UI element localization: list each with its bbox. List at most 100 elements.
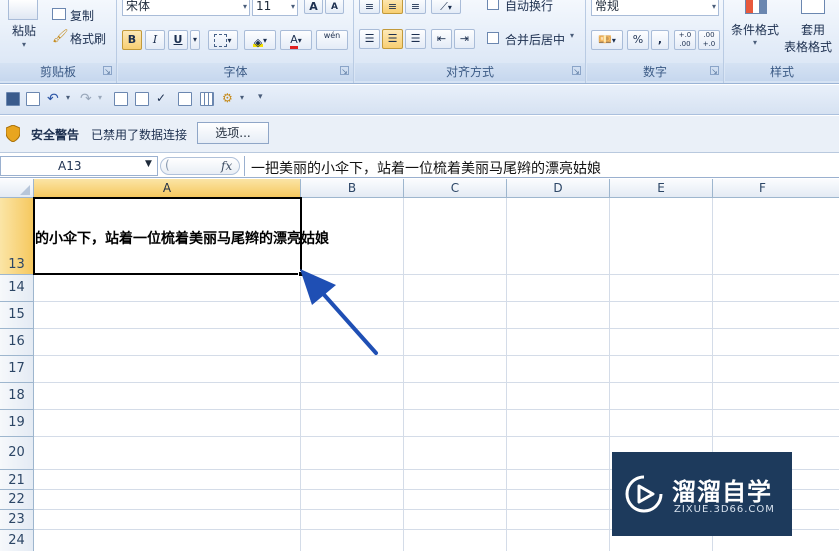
italic-button[interactable]: I	[145, 30, 165, 50]
format-painter-button[interactable]: 格式刷	[70, 30, 106, 47]
copy-button[interactable]: 复制	[70, 7, 94, 24]
font-launcher-icon[interactable]: ↘	[340, 66, 349, 76]
column-header-d[interactable]: D	[507, 179, 610, 198]
conditional-dropdown-icon[interactable]: ▾	[753, 38, 757, 47]
increase-decimal-button[interactable]: +.0 .00	[674, 30, 696, 50]
row-header-20[interactable]: 20	[0, 437, 34, 470]
formula-input[interactable]: 一把美丽的小伞下，站着一位梳着美丽马尾辫的漂亮姑娘	[244, 156, 839, 177]
paste-button[interactable]: 粘贴	[12, 22, 36, 39]
increase-indent-button[interactable]: ⇥	[454, 29, 475, 49]
wrap-text-icon[interactable]	[487, 0, 499, 10]
number-format-combo[interactable]: 常规 ▾	[591, 0, 719, 16]
conditional-format-button[interactable]: 条件格式	[731, 21, 779, 38]
underline-dropdown-icon[interactable]: ▾	[190, 30, 200, 50]
border-button[interactable]: ▾	[208, 30, 238, 50]
name-box-value: A13	[58, 159, 82, 173]
row-header-19[interactable]: 19	[0, 410, 34, 437]
align-center-button[interactable]: ☰	[382, 29, 403, 49]
new-document-icon[interactable]	[26, 92, 40, 106]
formula-content: 一把美丽的小伞下，站着一位梳着美丽马尾辫的漂亮姑娘	[251, 161, 601, 177]
conditional-format-icon[interactable]	[745, 0, 767, 14]
name-box[interactable]: A13 ▼	[0, 156, 158, 176]
font-size-combo[interactable]: 11 ▾	[252, 0, 298, 16]
fill-color-button[interactable]: ◈▾	[244, 30, 276, 50]
print-preview-icon[interactable]	[135, 92, 149, 106]
row-header-16[interactable]: 16	[0, 329, 34, 356]
percent-button[interactable]: %	[627, 30, 649, 50]
merge-center-icon[interactable]	[487, 32, 499, 44]
spelling-icon[interactable]: ✓	[156, 91, 166, 105]
font-name-combo[interactable]: 宋体 ▾	[122, 0, 250, 16]
name-box-dropdown-icon[interactable]: ▼	[145, 159, 152, 169]
underline-button[interactable]: U	[168, 30, 188, 50]
table-format-button[interactable]: 套用	[801, 21, 825, 38]
align-left-button[interactable]: ☰	[359, 29, 380, 49]
undo-icon[interactable]: ↶	[47, 91, 59, 107]
paste-dropdown-icon[interactable]: ▾	[22, 40, 26, 49]
custom-tool-icon[interactable]: ⚙	[222, 91, 233, 105]
insert-function-button[interactable]: fx	[221, 159, 232, 173]
font-color-button[interactable]: A▾	[280, 30, 312, 50]
font-color-letter: A	[290, 34, 298, 49]
alignment-launcher-icon[interactable]: ↘	[572, 66, 581, 76]
undo-dropdown-icon[interactable]: ▾	[66, 93, 70, 102]
align-middle-button[interactable]: ≡	[382, 0, 403, 14]
format-painter-icon[interactable]: 🖌	[52, 29, 69, 44]
merge-dropdown-icon[interactable]: ▾	[570, 31, 574, 40]
number-launcher-icon[interactable]: ↘	[710, 66, 719, 76]
customize-qat-icon[interactable]: ▾	[258, 92, 263, 102]
row-header-24[interactable]: 24	[0, 530, 34, 551]
borders-icon[interactable]	[200, 92, 214, 106]
currency-button[interactable]: 💴▾	[591, 30, 623, 50]
row-header-15[interactable]: 15	[0, 302, 34, 329]
phonetic-button[interactable]: wén	[316, 30, 348, 50]
shrink-font-button[interactable]: A	[325, 0, 344, 14]
clipboard-launcher-icon[interactable]: ↘	[103, 66, 112, 76]
row-header-22[interactable]: 22	[0, 490, 34, 510]
font-group-label: 字体	[118, 63, 353, 81]
number-group-label: 数字	[587, 63, 723, 81]
row-header-13[interactable]: 13	[0, 198, 34, 275]
align-top-icon: ≡	[364, 0, 375, 13]
align-right-button[interactable]: ☰	[405, 29, 426, 49]
select-all-corner[interactable]	[0, 179, 34, 198]
security-options-button[interactable]: 选项...	[197, 122, 269, 144]
table-format-icon[interactable]	[801, 0, 825, 14]
column-header-a[interactable]: A	[34, 179, 301, 198]
table-format-button-line2[interactable]: 表格格式	[784, 38, 832, 55]
decrease-indent-button[interactable]: ⇤	[431, 29, 452, 49]
redo-dropdown-icon[interactable]: ▾	[98, 93, 102, 102]
active-cell-a13[interactable]: 的小伞下，站着一位梳着美丽马尾辫的漂亮姑娘	[33, 197, 329, 277]
formula-bar-splitter[interactable]: ( fx	[160, 157, 240, 175]
column-header-c[interactable]: C	[404, 179, 507, 198]
copy-icon[interactable]	[52, 8, 66, 20]
custom-tool-dropdown-icon[interactable]: ▾	[240, 93, 244, 102]
grow-font-button[interactable]: A	[304, 0, 323, 14]
save-icon[interactable]	[6, 92, 20, 106]
row-header-14[interactable]: 14	[0, 275, 34, 302]
merge-center-button[interactable]: 合并后居中	[505, 31, 565, 48]
styles-group: 条件格式 ▾ 套用 表格格式 样式	[725, 0, 839, 83]
column-header-b[interactable]: B	[301, 179, 404, 198]
zoom-icon[interactable]	[178, 92, 192, 106]
wrap-text-button[interactable]: 自动换行	[505, 0, 553, 14]
row-header-21[interactable]: 21	[0, 470, 34, 490]
align-top-button[interactable]: ≡	[359, 0, 380, 14]
row-header-17[interactable]: 17	[0, 356, 34, 383]
clipboard-group-label: 剪贴板	[0, 63, 116, 81]
orientation-button[interactable]: ⟋▾	[431, 0, 461, 14]
paste-icon[interactable]	[8, 0, 38, 20]
decrease-decimal-button[interactable]: .00 +.0	[698, 30, 720, 50]
increase-indent-icon: ⇥	[459, 32, 470, 45]
column-header-f[interactable]: F	[713, 179, 839, 198]
row-header-18[interactable]: 18	[0, 383, 34, 410]
align-bottom-button[interactable]: ≡	[405, 0, 426, 14]
column-header-e[interactable]: E	[610, 179, 713, 198]
redo-icon[interactable]: ↷	[80, 91, 92, 107]
print-icon[interactable]	[114, 92, 128, 106]
comma-button[interactable]: ,	[651, 30, 669, 50]
bold-button[interactable]: B	[122, 30, 142, 50]
row-header-23[interactable]: 23	[0, 510, 34, 530]
grid-line	[506, 198, 507, 551]
alignment-group: ≡ ≡ ≡ ⟋▾ ☰ ☰ ☰ ⇤ ⇥ 自动换行 合并后居中 ▾ 对齐方式 ↘	[355, 0, 586, 83]
